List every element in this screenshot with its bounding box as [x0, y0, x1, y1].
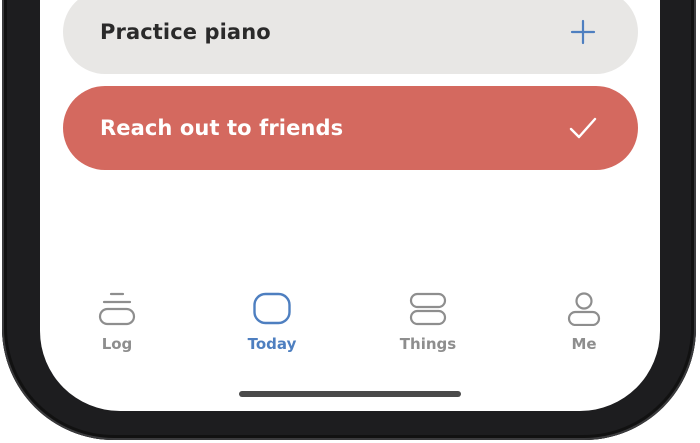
home-indicator[interactable]	[239, 391, 461, 397]
tab-label: Log	[101, 335, 133, 353]
plus-icon[interactable]	[568, 17, 598, 47]
today-icon	[253, 292, 291, 325]
tab-log[interactable]: Log	[67, 292, 167, 353]
phone-screen: Practice piano Reach out to friends Log …	[40, 0, 660, 411]
app-canvas: Practice piano Reach out to friends Log …	[0, 0, 700, 443]
log-icon	[98, 292, 136, 326]
tab-bar: Log Today Things Me	[40, 292, 660, 372]
task-label: Practice piano	[100, 20, 271, 44]
tab-me[interactable]: Me	[534, 292, 634, 353]
task-item-reach-out[interactable]: Reach out to friends	[63, 86, 638, 170]
task-item-practice-piano[interactable]: Practice piano	[63, 0, 638, 74]
things-icon	[409, 292, 447, 326]
tab-label: Me	[571, 335, 597, 353]
tab-today[interactable]: Today	[222, 292, 322, 353]
tab-label: Today	[247, 335, 297, 353]
tab-things[interactable]: Things	[378, 292, 478, 353]
tab-label: Things	[399, 335, 457, 353]
checkmark-icon[interactable]	[568, 113, 598, 143]
task-label: Reach out to friends	[100, 116, 344, 140]
me-icon	[567, 292, 601, 326]
